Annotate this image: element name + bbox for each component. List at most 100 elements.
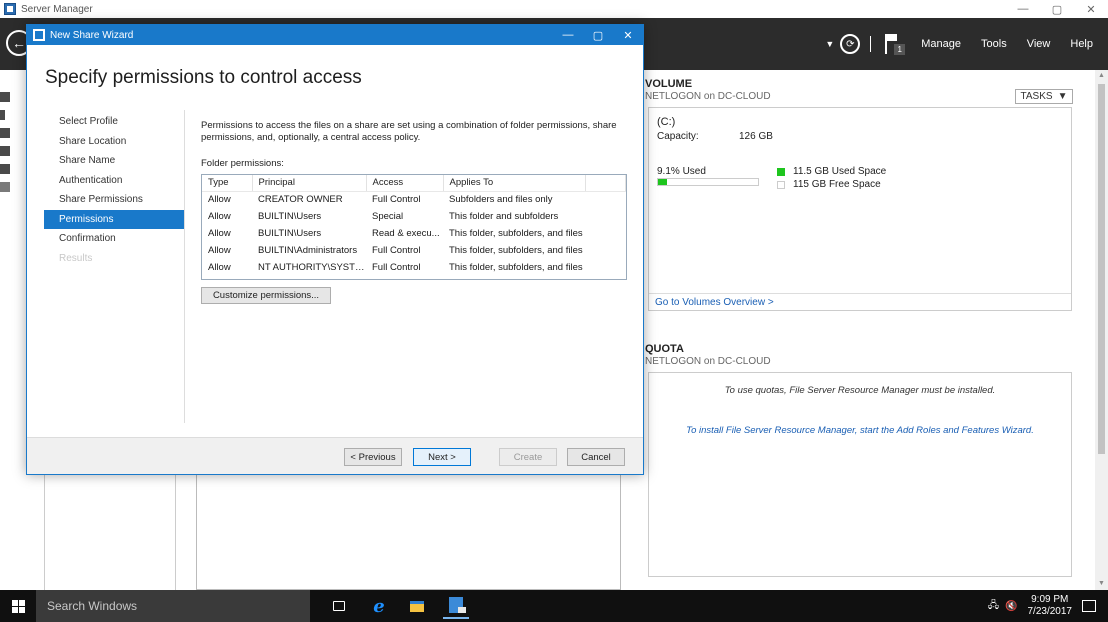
quota-title: QUOTA [645,343,684,355]
cell-access: Read & execu... [372,228,440,239]
cell-principal: BUILTIN\Users [258,228,322,239]
cell-access: Full Control [372,262,421,273]
step-permissions[interactable]: Permissions [44,209,184,229]
step-confirmation[interactable]: Confirmation [44,229,184,249]
all-servers-icon[interactable] [0,128,10,138]
vertical-scrollbar[interactable]: ▲ ▼ [1095,70,1108,590]
column-header-applies-to[interactable]: Applies To [443,175,586,192]
step-share-name[interactable]: Share Name [44,151,184,171]
volume-details-box: (C:) Capacity: 126 GB 9.1% Used 11.5 GB … [648,107,1072,311]
server-manager-titlebar: Server Manager — ▢ ✕ [0,0,1108,18]
server-manager-app-icon [4,3,16,15]
file-storage-icon[interactable] [0,182,10,192]
notifications-flag-icon[interactable]: 1 [883,32,906,56]
volume-muted-icon[interactable]: 🔇 [1005,601,1017,612]
taskbar-search-box[interactable]: Search Windows [36,590,310,622]
step-select-profile[interactable]: Select Profile [44,112,184,132]
column-header-principal[interactable]: Principal [252,175,367,192]
table-row[interactable]: Allow NT AUTHORITY\SYSTEM Full Control T… [202,259,626,276]
column-header-access[interactable]: Access [366,175,444,192]
refresh-icon[interactable]: ⟳ [840,34,861,54]
file-explorer-icon[interactable] [407,596,427,616]
cell-type: Allow [208,262,231,273]
cancel-button[interactable]: Cancel [567,448,625,466]
cell-principal: NT AUTHORITY\SYSTEM [258,262,366,273]
header-separator [870,36,872,52]
scroll-down-icon[interactable]: ▼ [1095,578,1108,590]
cell-access: Full Control [372,194,421,206]
action-center-icon[interactable] [1082,600,1096,612]
tasks-button[interactable]: TASKS ▼ [1015,89,1073,104]
column-header-type[interactable]: Type [202,175,253,192]
wizard-heading: Specify permissions to control access [45,67,362,88]
chevron-down-icon: ▼ [1057,91,1068,102]
dns-icon[interactable] [0,164,10,174]
menu-manage[interactable]: Manage [921,38,961,50]
capacity-value: 126 GB [739,131,773,142]
local-server-icon[interactable] [0,110,5,120]
next-button[interactable]: Next > [413,448,471,466]
scroll-up-icon[interactable]: ▲ [1095,70,1108,82]
taskbar-clock[interactable]: 9:09 PM 7/23/2017 [1028,594,1073,618]
table-row[interactable]: Allow BUILTIN\Users Read & execu... This… [202,225,626,242]
table-row[interactable]: Allow BUILTIN\Users Special This folder … [202,208,626,225]
used-percent: 9.1% Used [657,166,706,177]
table-row[interactable]: Allow CREATOR OWNER Full Control Subfold… [202,191,626,208]
wizard-app-icon [33,29,45,41]
volume-title: VOLUME [645,78,693,90]
steps-divider [184,110,185,423]
previous-button[interactable]: < Previous [344,448,402,466]
windows-logo-icon [11,599,25,613]
step-authentication[interactable]: Authentication [44,171,184,191]
cell-principal: BUILTIN\Users [258,211,322,222]
permissions-description: Permissions to access the files on a sha… [201,120,617,143]
menu-view[interactable]: View [1027,38,1051,50]
free-space-legend: 115 GB Free Space [777,179,881,190]
network-icon[interactable]: 🖧 [988,598,999,615]
usage-bar-fill [658,179,668,185]
start-button[interactable] [0,590,36,622]
wizard-footer: < Previous Next > Create Cancel [27,437,643,474]
tasks-label: TASKS [1020,91,1053,102]
wizard-maximize-button[interactable]: ▢ [583,25,613,45]
maximize-button[interactable]: ▢ [1040,0,1074,18]
cell-access: Full Control [372,245,421,256]
create-button: Create [499,448,557,466]
goto-volumes-link[interactable]: Go to Volumes Overview > [649,293,1071,310]
dashboard-icon[interactable] [0,92,10,102]
column-header-empty [585,175,626,192]
customize-permissions-button[interactable]: Customize permissions... [201,287,331,304]
step-share-location[interactable]: Share Location [44,132,184,152]
wizard-minimize-button[interactable]: — [553,25,583,45]
step-share-permissions[interactable]: Share Permissions [44,190,184,210]
cell-type: Allow [208,245,231,256]
table-header-row: Type Principal Access Applies To [202,175,626,192]
minimize-button[interactable]: — [1006,0,1040,18]
quota-message: To use quotas, File Server Resource Mana… [724,385,996,396]
new-share-wizard-dialog: New Share Wizard — ▢ ✕ Specify permissio… [26,24,644,475]
server-manager-taskbar-icon[interactable] [443,593,469,619]
volume-subtitle: NETLOGON on DC-CLOUD [645,91,771,102]
cell-applies-to: This folder and subfolders [449,211,559,222]
free-swatch [777,180,785,189]
usage-bar [657,178,759,186]
cell-applies-to: Subfolders and files only [449,194,553,206]
cell-applies-to: This folder, subfolders, and files [449,245,583,256]
wizard-close-button[interactable]: ✕ [613,25,643,45]
table-row[interactable]: Allow BUILTIN\Administrators Full Contro… [202,242,626,259]
task-view-icon[interactable] [329,596,349,616]
install-fsrm-link[interactable]: To install File Server Resource Manager,… [649,425,1071,436]
scrollbar-thumb[interactable] [1098,84,1105,454]
dropdown-caret-icon[interactable]: ▼ [825,39,834,49]
window-controls: — ▢ ✕ [1006,0,1108,18]
ad-ds-icon[interactable] [0,146,10,156]
close-button[interactable]: ✕ [1074,0,1108,18]
wizard-titlebar: New Share Wizard — ▢ ✕ [27,25,643,45]
used-space-label: 11.5 GB Used Space [793,166,887,177]
menu-help[interactable]: Help [1070,38,1093,50]
cell-principal: BUILTIN\Administrators [258,245,358,256]
menu-tools[interactable]: Tools [981,38,1007,50]
internet-explorer-icon[interactable]: e [369,596,389,617]
clock-date: 7/23/2017 [1027,606,1073,617]
server-manager-nav [0,70,10,590]
